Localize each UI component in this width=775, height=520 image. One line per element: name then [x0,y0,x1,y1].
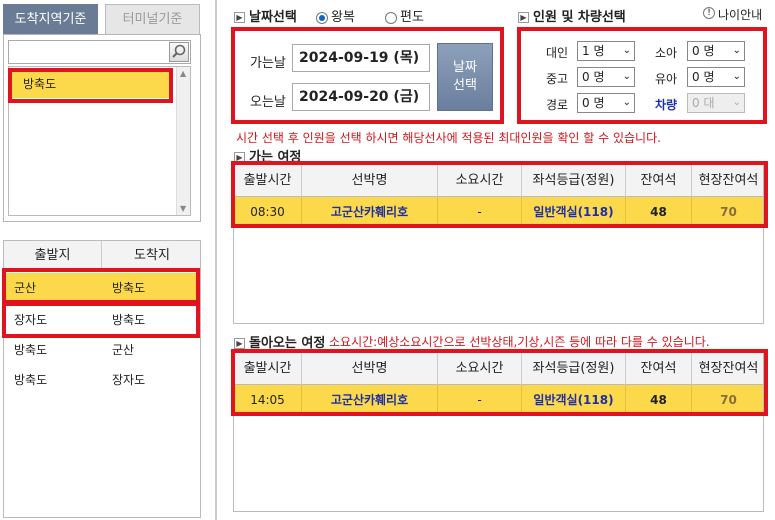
arrow-right-icon: ▶ [518,12,529,23]
arrow-right-icon: ▶ [234,12,245,23]
table-row[interactable]: 방축도 군산 [4,335,200,365]
selection-outline [2,268,200,304]
arrow-right-icon: ▶ [234,338,245,349]
age-guide-link[interactable]: ! 나이안내 [703,6,762,23]
table-row[interactable]: 방축도 장자도 [4,365,200,395]
col-from: 출발지 [4,241,102,271]
age-guide-label: 나이안내 [718,8,763,22]
selection-outline [8,68,173,103]
tab-destination-region[interactable]: 도착지역기준 [3,4,98,34]
panel-divider [215,0,217,520]
radio-checked-icon [316,11,328,24]
trip-oneway-radio[interactable]: 편도 [385,6,424,25]
selection-outline [231,349,768,416]
col-to: 도착지 [134,248,170,263]
selection-outline [517,27,767,124]
tab-terminal[interactable]: 터미널기준 [105,4,200,34]
date-section-title: 날짜선택 [249,10,297,25]
scroll-down-icon[interactable]: ▼ [180,204,186,213]
selection-outline [2,302,200,338]
radio-unchecked-icon [385,11,397,24]
route-from: 방축도 [14,343,48,357]
route-to: 군산 [112,343,135,357]
route-from: 방축도 [14,373,48,387]
return-note: 소요시간:예상소요시간으로 선박상태,기상,시즌 등에 따라 다를 수 있습니다… [329,335,710,349]
search-icon [172,44,186,58]
route-table-header: 출발지 도착지 [4,241,200,271]
passenger-section-title: 인원 및 차량선택 [533,10,626,25]
info-icon: ! [703,7,715,19]
date-section-heading: ▶ 날짜선택 [234,6,297,25]
trip-round-radio[interactable]: 왕복 [316,6,355,25]
scrollbar[interactable]: ▲ ▼ [176,67,190,215]
trip-round-label: 왕복 [331,10,355,25]
trip-oneway-label: 편도 [400,10,424,25]
region-search-input[interactable] [8,40,191,64]
search-button[interactable] [169,42,189,62]
passenger-section-heading: ▶ 인원 및 차량선택 [518,6,626,25]
scroll-up-icon[interactable]: ▲ [180,69,186,78]
route-to: 장자도 [112,373,146,387]
notice-text: 시간 선택 후 인원을 선택 하시면 해당선사에 적용된 최대인원을 확인 할 … [236,131,661,145]
selection-outline [231,161,768,228]
selection-outline [231,27,504,124]
